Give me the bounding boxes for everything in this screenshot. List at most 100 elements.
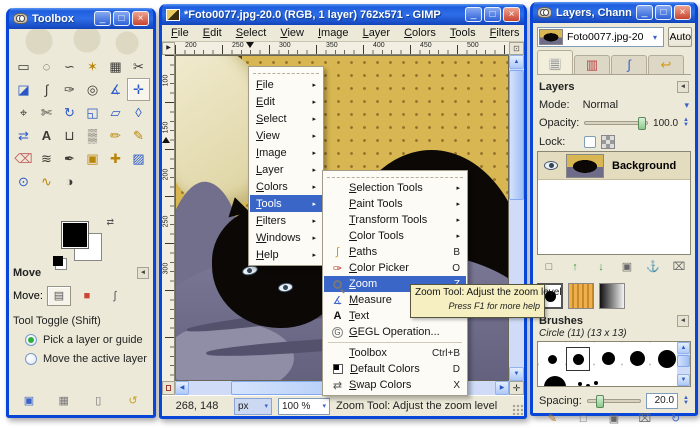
quick-mask-toggle-icon[interactable] — [162, 381, 175, 395]
submenu-color-picker[interactable]: ✑Color PickerO — [324, 260, 466, 276]
submenu-color-tools[interactable]: Color Tools▸ — [324, 228, 466, 244]
spin-down-icon[interactable]: ▼ — [683, 123, 689, 128]
tool-ellipse-select[interactable]: ◌ — [35, 55, 58, 78]
spin-down-icon[interactable]: ▼ — [683, 401, 689, 406]
move-path-button[interactable]: ∫ — [103, 286, 127, 306]
scroll-left-icon[interactable]: ◀ — [175, 381, 189, 395]
tab-layers[interactable]: ▤ — [537, 50, 573, 74]
duplicate-layer-icon[interactable]: ▣ — [615, 259, 639, 276]
opacity-slider[interactable] — [584, 121, 648, 125]
menu-filters[interactable]: Filters — [483, 27, 527, 39]
raise-layer-icon[interactable]: ↑ — [563, 259, 587, 276]
close-icon[interactable]: × — [674, 5, 691, 20]
context-menu-colors[interactable]: Colors▸ — [250, 178, 322, 195]
tool-color-picker[interactable]: ✑ — [58, 78, 81, 101]
menu-colors[interactable]: Colors — [397, 27, 443, 39]
menu-edit[interactable]: Edit — [196, 27, 229, 39]
tool-align[interactable]: ⌖ — [12, 101, 35, 124]
active-gradient-swatch[interactable] — [599, 283, 625, 309]
tool-blur-sharpen[interactable]: ⊙ — [12, 170, 35, 193]
zoom-follow-window-icon[interactable]: ⊡ — [509, 42, 524, 55]
scrollbar-thumb[interactable] — [677, 355, 690, 367]
new-layer-icon[interactable]: □ — [537, 259, 561, 276]
submenu-selection-tools[interactable]: Selection Tools▸ — [324, 180, 466, 196]
layer-thumbnail[interactable] — [566, 154, 604, 178]
submenu-swap-colors[interactable]: ⇄Swap ColorsX — [324, 377, 466, 393]
brush-item[interactable] — [602, 352, 615, 365]
resize-grip[interactable] — [512, 404, 523, 415]
context-menu-layer[interactable]: Layer▸ — [250, 161, 322, 178]
swap-colors-icon[interactable]: ⇄ — [106, 217, 114, 228]
menu-image[interactable]: Image — [311, 27, 356, 39]
spacing-value[interactable]: 20.0 — [646, 393, 678, 409]
lock-pixels-icon[interactable] — [601, 135, 615, 149]
tool-flip[interactable]: ⇄ — [12, 124, 35, 147]
minimize-icon[interactable]: _ — [465, 7, 482, 22]
active-pattern-swatch[interactable] — [568, 283, 594, 309]
minimize-icon[interactable]: _ — [94, 11, 111, 26]
brush-item[interactable] — [630, 351, 645, 366]
menu-tools[interactable]: Tools — [443, 27, 483, 39]
tool-heal[interactable]: ✚ — [104, 147, 127, 170]
tool-shear[interactable]: ▱ — [104, 101, 127, 124]
chevron-down-icon[interactable]: ▾ — [647, 33, 662, 42]
tool-select-by-color[interactable]: ▦ — [104, 55, 127, 78]
new-brush-icon[interactable]: □ — [571, 411, 595, 428]
tool-pencil[interactable]: ✏ — [104, 124, 127, 147]
maximize-icon[interactable]: □ — [655, 5, 672, 20]
scroll-up-icon[interactable]: ▲ — [509, 55, 524, 69]
menu-layer[interactable]: Layer — [356, 27, 398, 39]
submenu-paths[interactable]: ∫PathsB — [324, 244, 466, 260]
tool-airbrush[interactable]: ≋ — [35, 147, 58, 170]
foreground-color-swatch[interactable] — [61, 221, 89, 249]
move-selection-button[interactable]: ■ — [75, 286, 99, 306]
brush-item[interactable] — [548, 355, 557, 364]
pan-navigate-icon[interactable]: ✛ — [509, 381, 524, 395]
tool-smudge[interactable]: ∿ — [35, 170, 58, 193]
tool-bucket-fill[interactable]: ⊔ — [58, 124, 81, 147]
visibility-eye-icon[interactable] — [544, 161, 558, 170]
duplicate-brush-icon[interactable]: ▣ — [602, 411, 626, 428]
layer-row-background[interactable]: Background — [538, 152, 690, 180]
tool-crop[interactable]: ✄ — [35, 101, 58, 124]
tool-free-select[interactable]: ∽ — [58, 55, 81, 78]
close-icon[interactable]: × — [132, 11, 149, 26]
tool-blend[interactable]: ▒ — [81, 124, 104, 147]
menu-view[interactable]: View — [273, 27, 311, 39]
tool-perspective[interactable]: ◊ — [127, 101, 150, 124]
tool-eraser[interactable]: ⌫ — [12, 147, 35, 170]
opacity-spinner[interactable]: ▲▼ — [683, 118, 689, 128]
context-menu-file[interactable]: File▸ — [250, 76, 322, 93]
tool-clone[interactable]: ▣ — [81, 147, 104, 170]
vertical-scrollbar[interactable]: ▲ ▼ — [509, 55, 524, 381]
submenu-toolbox[interactable]: ToolboxCtrl+B — [324, 345, 466, 361]
auto-button[interactable]: Auto — [668, 27, 692, 47]
spacing-spinner[interactable]: ▲▼ — [683, 396, 689, 406]
tool-fuzzy-select[interactable]: ✶ — [81, 55, 104, 78]
scroll-down-icon[interactable]: ▼ — [677, 374, 690, 386]
mode-value[interactable]: Normal — [583, 99, 618, 111]
tool-zoom[interactable]: ◎ — [81, 78, 104, 101]
maximize-icon[interactable]: □ — [484, 7, 501, 22]
context-menu-edit[interactable]: Edit▸ — [250, 93, 322, 110]
lower-layer-icon[interactable]: ↓ — [589, 259, 613, 276]
menu-file[interactable]: File — [164, 27, 196, 39]
delete-options-icon[interactable]: ▯ — [88, 393, 108, 409]
layers-titlebar[interactable]: Layers, Channel... _ □ × — [533, 2, 695, 23]
submenu-gegl-operation[interactable]: GGEGL Operation... — [324, 324, 466, 340]
anchor-layer-icon[interactable]: ⚓ — [641, 259, 665, 276]
tool-rotate[interactable]: ↻ — [58, 101, 81, 124]
tool-scale[interactable]: ◱ — [81, 101, 104, 124]
default-colors-icon[interactable] — [53, 256, 63, 266]
unit-dropdown[interactable]: px ▾ — [234, 398, 272, 415]
tool-paintbrush[interactable]: ✎ — [127, 124, 150, 147]
image-selector-dropdown[interactable]: Foto0077.jpg-20 ▾ — [537, 27, 664, 47]
tool-ink[interactable]: ✒ — [58, 147, 81, 170]
context-menu-image[interactable]: Image▸ — [250, 144, 322, 161]
move-layer-button[interactable]: ▤ — [47, 286, 71, 306]
lock-alpha-checkbox[interactable] — [584, 136, 596, 148]
radio-move-active[interactable] — [25, 353, 37, 365]
context-menu-help[interactable]: Help▸ — [250, 246, 322, 263]
tool-measure[interactable]: ∡ — [104, 78, 127, 101]
context-menu-select[interactable]: Select▸ — [250, 110, 322, 127]
